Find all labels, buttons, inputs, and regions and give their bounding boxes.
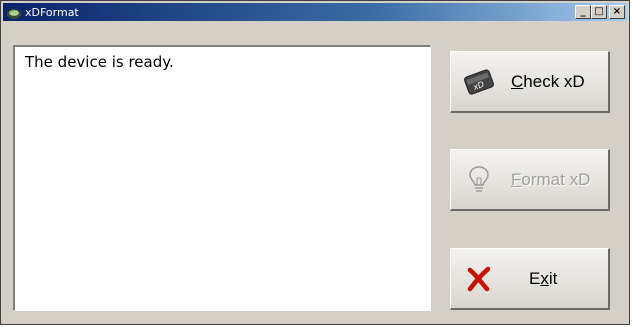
xdformat-window: xD xDFormat _ □ × The device is ready. x… [0, 0, 630, 325]
close-icon: × [612, 6, 622, 17]
check-xd-label: Check xD [511, 71, 585, 91]
status-message: The device is ready. [25, 53, 174, 71]
maximize-button[interactable]: □ [591, 5, 607, 19]
check-xd-button[interactable]: xD Check xD [450, 51, 610, 113]
exit-button[interactable]: Exit [450, 248, 610, 310]
window-title: xDFormat [25, 5, 79, 19]
xd-app-icon: xD [6, 5, 22, 19]
status-box: The device is ready. [13, 45, 431, 311]
format-xd-label: Format xD [511, 169, 591, 189]
xd-card-icon: xD [461, 64, 497, 100]
format-xd-button[interactable]: Format xD [450, 149, 610, 211]
svg-text:xD: xD [11, 11, 18, 17]
lightbulb-icon [461, 162, 497, 198]
minimize-icon: _ [580, 6, 586, 17]
window-controls: _ □ × [575, 5, 625, 19]
minimize-button[interactable]: _ [575, 5, 591, 19]
close-button[interactable]: × [609, 5, 625, 19]
title-bar[interactable]: xD xDFormat _ □ × [3, 3, 627, 21]
maximize-icon: □ [594, 6, 604, 17]
exit-label: Exit [529, 268, 558, 288]
red-x-icon [461, 261, 497, 297]
